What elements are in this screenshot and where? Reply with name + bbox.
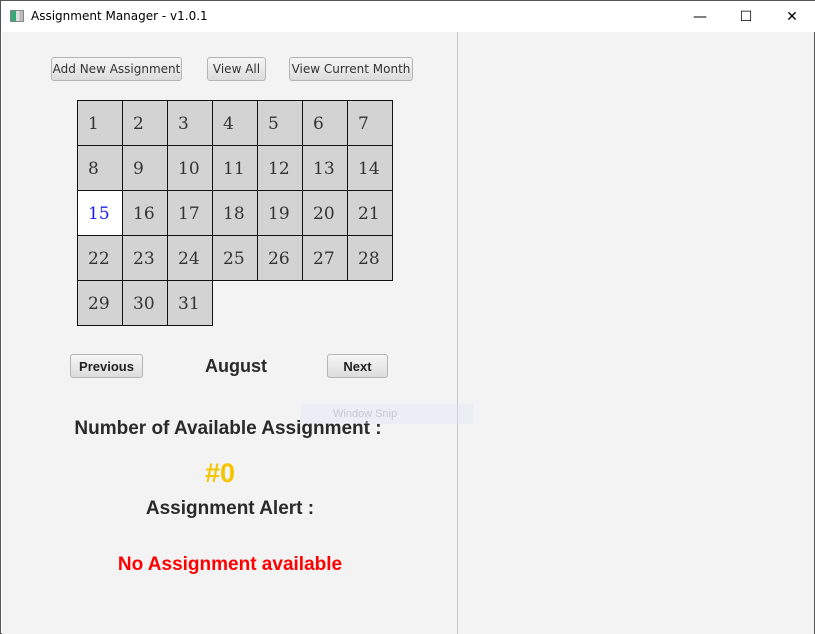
calendar-day-11[interactable]: 11 [212, 145, 258, 191]
calendar-day-9[interactable]: 9 [122, 145, 168, 191]
window-title: Assignment Manager - v1.0.1 [31, 9, 208, 23]
close-button[interactable]: ✕ [769, 1, 815, 32]
calendar-day-4[interactable]: 4 [212, 100, 258, 146]
calendar-day-30[interactable]: 30 [122, 280, 168, 326]
view-all-button[interactable]: View All [207, 57, 266, 81]
calendar-day-8[interactable]: 8 [77, 145, 123, 191]
calendar-day-24[interactable]: 24 [167, 235, 213, 281]
view-current-month-button[interactable]: View Current Month [289, 57, 413, 81]
right-pane [457, 32, 814, 634]
alert-message: No Assignment available [117, 554, 343, 575]
calendar-day-29[interactable]: 29 [77, 280, 123, 326]
calendar-day-13[interactable]: 13 [302, 145, 348, 191]
calendar-day-16[interactable]: 16 [122, 190, 168, 236]
title-bar: Assignment Manager - v1.0.1 — ☐ ✕ [1, 1, 815, 32]
calendar-day-2[interactable]: 2 [122, 100, 168, 146]
calendar-day-5[interactable]: 5 [257, 100, 303, 146]
month-label: August [205, 356, 267, 376]
calendar-day-10[interactable]: 10 [167, 145, 213, 191]
calendar-day-19[interactable]: 19 [257, 190, 303, 236]
calendar-day-18[interactable]: 18 [212, 190, 258, 236]
available-count: #0 [204, 458, 236, 488]
minimize-button[interactable]: — [677, 1, 723, 32]
calendar-day-1[interactable]: 1 [77, 100, 123, 146]
calendar-day-15[interactable]: 15 [77, 190, 123, 236]
calendar-day-25[interactable]: 25 [212, 235, 258, 281]
next-button[interactable]: Next [327, 354, 388, 378]
calendar-day-7[interactable]: 7 [347, 100, 393, 146]
calendar-day-14[interactable]: 14 [347, 145, 393, 191]
previous-button[interactable]: Previous [70, 354, 143, 378]
maximize-button[interactable]: ☐ [723, 1, 769, 32]
window-snip-overlay: Window Snip [301, 404, 473, 424]
calendar-day-26[interactable]: 26 [257, 235, 303, 281]
calendar-day-22[interactable]: 22 [77, 235, 123, 281]
calendar-day-27[interactable]: 27 [302, 235, 348, 281]
app-icon [10, 10, 24, 22]
alert-label: Assignment Alert : [145, 498, 315, 519]
calendar-day-3[interactable]: 3 [167, 100, 213, 146]
calendar-day-6[interactable]: 6 [302, 100, 348, 146]
calendar-day-23[interactable]: 23 [122, 235, 168, 281]
calendar-day-21[interactable]: 21 [347, 190, 393, 236]
left-pane: Add New Assignment View All View Current… [2, 32, 457, 634]
calendar-day-28[interactable]: 28 [347, 235, 393, 281]
calendar-day-20[interactable]: 20 [302, 190, 348, 236]
calendar-day-31[interactable]: 31 [167, 280, 213, 326]
add-assignment-button[interactable]: Add New Assignment [51, 57, 182, 81]
calendar-day-12[interactable]: 12 [257, 145, 303, 191]
calendar-day-17[interactable]: 17 [167, 190, 213, 236]
